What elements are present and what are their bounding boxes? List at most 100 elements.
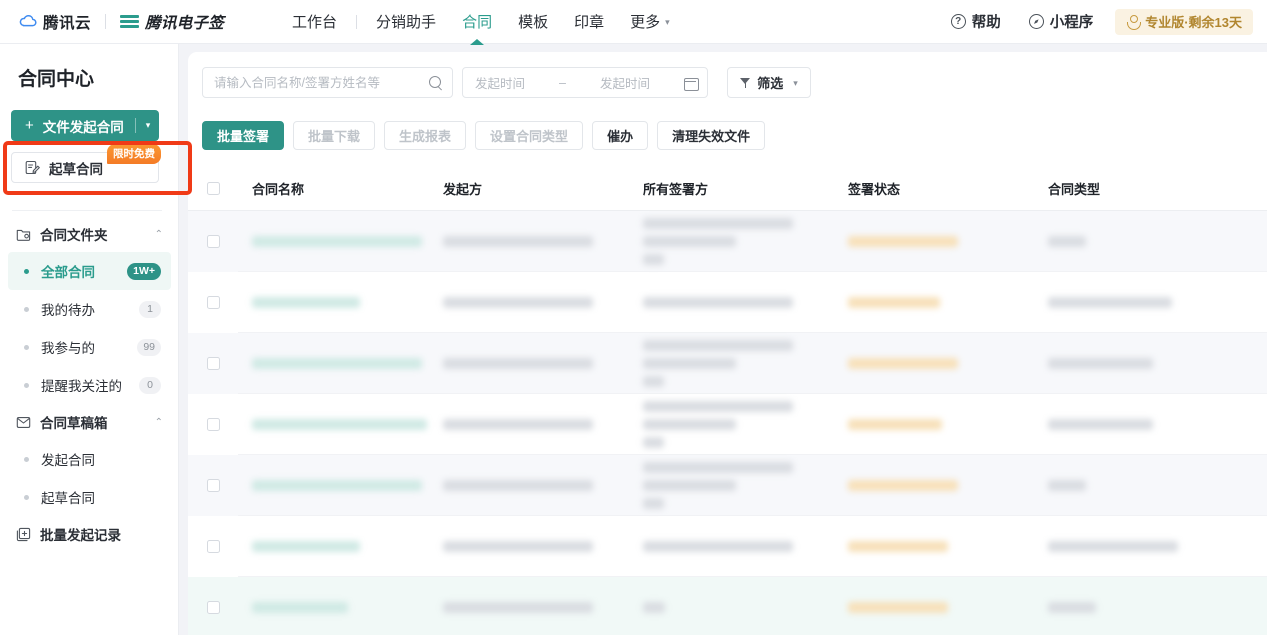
row-checkbox[interactable] bbox=[206, 296, 220, 309]
column-header-initiator[interactable]: 发起方 bbox=[443, 179, 643, 198]
cell-initiator[interactable] bbox=[443, 480, 643, 491]
cell-initiator[interactable] bbox=[443, 236, 643, 247]
redacted-text bbox=[643, 236, 736, 247]
row-select-cell bbox=[188, 479, 238, 492]
tencent-cloud-logo[interactable]: 腾讯云 bbox=[18, 11, 91, 33]
cell-signers[interactable] bbox=[643, 340, 848, 387]
sidebar-item-draft-contract[interactable]: 起草合同 bbox=[8, 478, 171, 516]
folder-icon bbox=[16, 227, 31, 242]
urge-button[interactable]: 催办 bbox=[592, 121, 649, 150]
cell-contract-type[interactable] bbox=[1048, 297, 1229, 308]
batch-sign-button[interactable]: 批量签署 bbox=[202, 121, 285, 150]
search-box[interactable] bbox=[202, 67, 453, 98]
table-row[interactable] bbox=[188, 211, 1267, 272]
draft-doc-icon bbox=[25, 160, 40, 175]
cell-contract-type[interactable] bbox=[1048, 602, 1229, 613]
row-checkbox[interactable] bbox=[206, 357, 220, 370]
pro-version-badge[interactable]: 专业版·剩余13天 bbox=[1115, 8, 1253, 35]
batch-download-button[interactable]: 批量下载 bbox=[293, 121, 376, 150]
cell-initiator[interactable] bbox=[443, 358, 643, 369]
table-row[interactable] bbox=[188, 272, 1267, 333]
cell-sign-status[interactable] bbox=[848, 602, 1048, 613]
row-checkbox[interactable] bbox=[206, 479, 220, 492]
table-row[interactable] bbox=[188, 394, 1267, 455]
redacted-text bbox=[643, 218, 793, 229]
tencent-esign-logo[interactable]: 腾讯电子签 bbox=[120, 11, 224, 33]
cell-initiator[interactable] bbox=[443, 541, 643, 552]
sidebar-item-my-participated[interactable]: 我参与的 99 bbox=[8, 328, 171, 366]
row-checkbox[interactable] bbox=[206, 418, 220, 431]
bullet-icon bbox=[24, 344, 29, 350]
generate-report-button[interactable]: 生成报表 bbox=[384, 121, 467, 150]
cell-sign-status[interactable] bbox=[848, 297, 1048, 308]
clear-invalid-files-button[interactable]: 清理失效文件 bbox=[657, 121, 766, 150]
row-checkbox[interactable] bbox=[206, 540, 220, 553]
cell-signers[interactable] bbox=[643, 218, 848, 265]
nav-item-workbench[interactable]: 工作台 bbox=[279, 0, 350, 44]
table-row[interactable] bbox=[188, 455, 1267, 516]
cell-contract-name[interactable] bbox=[238, 236, 443, 247]
nav-label: 更多 bbox=[630, 14, 661, 31]
calendar-icon[interactable] bbox=[683, 76, 699, 91]
cell-signers[interactable] bbox=[643, 401, 848, 448]
nav-item-seal[interactable]: 印章 bbox=[561, 0, 617, 44]
draft-contract-label: 起草合同 bbox=[49, 161, 103, 177]
cell-contract-name[interactable] bbox=[238, 358, 443, 369]
column-header-sign-status[interactable]: 签署状态 bbox=[848, 179, 1048, 198]
table-row[interactable] bbox=[188, 516, 1267, 577]
cell-contract-type[interactable] bbox=[1048, 358, 1229, 369]
redacted-text bbox=[1048, 480, 1086, 491]
redacted-text bbox=[643, 376, 664, 387]
cell-contract-name[interactable] bbox=[238, 541, 443, 552]
row-checkbox[interactable] bbox=[206, 235, 220, 248]
search-icon[interactable] bbox=[429, 76, 442, 89]
row-checkbox[interactable] bbox=[206, 601, 220, 614]
sidebar-item-all-contracts[interactable]: 全部合同 1W+ bbox=[8, 252, 171, 290]
column-header-contract-name[interactable]: 合同名称 bbox=[238, 179, 443, 198]
select-all-checkbox[interactable] bbox=[206, 182, 220, 195]
table-row[interactable] bbox=[188, 577, 1267, 635]
cell-signers[interactable] bbox=[643, 541, 848, 552]
filter-button[interactable]: 筛选 ▾ bbox=[727, 67, 811, 98]
cell-contract-type[interactable] bbox=[1048, 236, 1229, 247]
nav-item-more[interactable]: 更多 ▾ bbox=[617, 0, 683, 44]
cell-initiator[interactable] bbox=[443, 602, 643, 613]
table-row[interactable] bbox=[188, 333, 1267, 394]
date-range-picker[interactable]: 发起时间 – 发起时间 bbox=[462, 67, 708, 98]
cell-sign-status[interactable] bbox=[848, 358, 1048, 369]
cell-initiator[interactable] bbox=[443, 297, 643, 308]
cell-sign-status[interactable] bbox=[848, 236, 1048, 247]
cell-sign-status[interactable] bbox=[848, 419, 1048, 430]
nav-item-template[interactable]: 模板 bbox=[505, 0, 561, 44]
cell-sign-status[interactable] bbox=[848, 480, 1048, 491]
cell-contract-type[interactable] bbox=[1048, 419, 1229, 430]
cell-contract-name[interactable] bbox=[238, 419, 443, 430]
brand-divider bbox=[105, 14, 107, 29]
cell-signers[interactable] bbox=[643, 297, 848, 308]
cell-contract-type[interactable] bbox=[1048, 541, 1229, 552]
chevron-up-icon: ⌃ bbox=[154, 228, 163, 240]
cell-signers[interactable] bbox=[643, 602, 848, 613]
nav-item-distribution[interactable]: 分销助手 bbox=[363, 0, 449, 44]
cell-contract-name[interactable] bbox=[238, 480, 443, 491]
miniprogram-button[interactable]: 小程序 bbox=[1017, 11, 1106, 32]
sidebar-item-initiate-contract[interactable]: 发起合同 bbox=[8, 440, 171, 478]
sidebar-item-remind-me[interactable]: 提醒我关注的 0 bbox=[8, 366, 171, 404]
cell-initiator[interactable] bbox=[443, 419, 643, 430]
cell-signers[interactable] bbox=[643, 462, 848, 509]
create-contract-from-file-button[interactable]: + 文件发起合同 ▾ bbox=[11, 110, 159, 141]
sidebar-group-contract-folder[interactable]: 合同文件夹 ⌃ bbox=[0, 216, 179, 252]
search-input[interactable] bbox=[214, 75, 429, 90]
help-button[interactable]: ? 帮助 bbox=[939, 11, 1013, 32]
column-header-signers[interactable]: 所有签署方 bbox=[643, 179, 848, 198]
cell-contract-type[interactable] bbox=[1048, 480, 1229, 491]
sidebar-item-batch-records[interactable]: 批量发起记录 bbox=[0, 516, 179, 552]
column-header-contract-type[interactable]: 合同类型 bbox=[1048, 179, 1229, 198]
sidebar-item-my-todo[interactable]: 我的待办 1 bbox=[8, 290, 171, 328]
nav-item-contract[interactable]: 合同 bbox=[449, 0, 505, 44]
cell-sign-status[interactable] bbox=[848, 541, 1048, 552]
set-contract-type-button[interactable]: 设置合同类型 bbox=[475, 121, 584, 150]
cell-contract-name[interactable] bbox=[238, 602, 443, 613]
sidebar-group-draft-box[interactable]: 合同草稿箱 ⌃ bbox=[0, 404, 179, 440]
cell-contract-name[interactable] bbox=[238, 297, 443, 308]
